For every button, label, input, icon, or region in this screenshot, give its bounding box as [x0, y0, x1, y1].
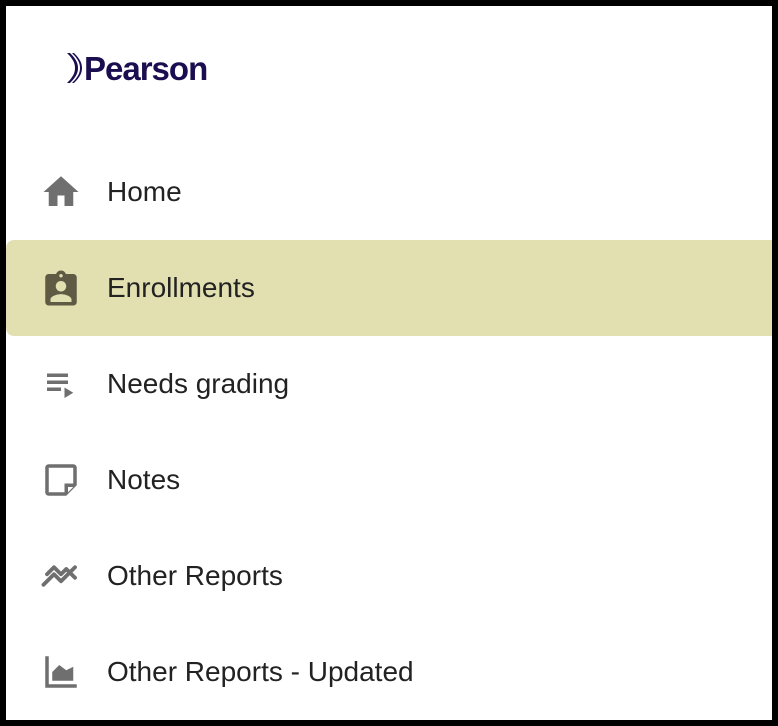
- sidebar-item-enrollments[interactable]: Enrollments: [6, 240, 772, 336]
- trending-icon: [40, 555, 82, 597]
- badge-icon: [40, 267, 82, 309]
- sidebar-item-other-reports-updated[interactable]: Other Reports - Updated: [6, 624, 772, 720]
- sidebar-item-label: Other Reports: [107, 560, 283, 591]
- pearson-logo-mark-icon: [67, 53, 82, 83]
- sidebar-item-label: Other Reports - Updated: [107, 656, 414, 687]
- sidebar-item-notes[interactable]: Notes: [6, 432, 772, 528]
- sidebar-item-home[interactable]: Home: [6, 144, 772, 240]
- pearson-logo-text: Pearson: [84, 49, 208, 87]
- sidebar-item-label: Notes: [107, 464, 181, 495]
- sidebar-item-label: Enrollments: [107, 272, 255, 303]
- sidebar-item-label: Needs grading: [107, 368, 290, 399]
- playlist-play-icon: [40, 363, 82, 405]
- home-icon: [40, 171, 82, 213]
- area-chart-icon: [40, 651, 82, 693]
- sidebar-item-other-reports[interactable]: Other Reports: [6, 528, 772, 624]
- sidebar-nav: Home Enrollments Needs grading Notes Oth…: [6, 144, 772, 720]
- sticky-note-icon: [40, 459, 82, 501]
- sidebar: Pearson Home Enrollments Needs grading N…: [6, 6, 772, 720]
- sidebar-item-needs-grading[interactable]: Needs grading: [6, 336, 772, 432]
- sidebar-item-label: Home: [107, 176, 182, 207]
- pearson-logo[interactable]: Pearson: [66, 44, 208, 92]
